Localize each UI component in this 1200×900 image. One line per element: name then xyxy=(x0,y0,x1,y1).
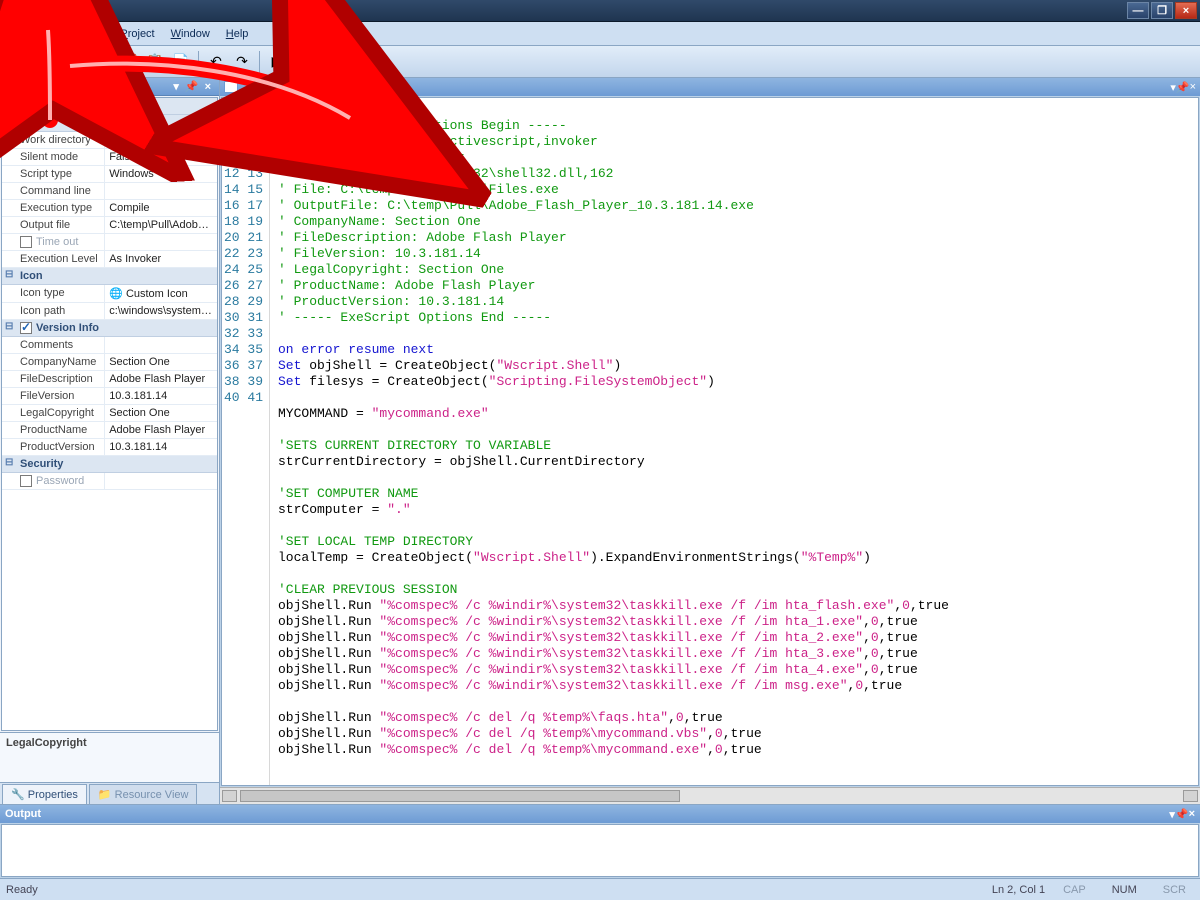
editor-tab-icon xyxy=(224,81,238,93)
menu-project[interactable]: Project xyxy=(112,25,162,43)
toolbar-separator xyxy=(198,51,199,73)
prop-row[interactable]: Output fileC:\temp\Pull\Adobe_Fl... xyxy=(2,217,217,234)
scrollbar-thumb[interactable] xyxy=(240,790,680,802)
code-editor[interactable]: 1 2 3 4 5 6 7 8 9 10 11 12 13 14 15 16 1… xyxy=(221,97,1199,786)
properties-panel: Properties ▾ 📌 × A...MainWork directoryC… xyxy=(0,78,220,804)
toolbar-separator xyxy=(259,51,260,73)
status-num: NUM xyxy=(1104,884,1145,896)
new-button[interactable]: 📄 xyxy=(4,50,28,74)
status-bar: Ready Ln 2, Col 1 CAP NUM SCR xyxy=(0,878,1200,900)
status-scr: SCR xyxy=(1155,884,1194,896)
cut-button[interactable]: ✂️ xyxy=(117,50,141,74)
toolbar-separator xyxy=(346,51,347,73)
prop-category[interactable]: Security xyxy=(2,456,217,473)
property-description: LegalCopyright xyxy=(0,732,219,782)
redo-button[interactable]: ↷ xyxy=(230,50,254,74)
prop-row[interactable]: Command line xyxy=(2,183,217,200)
tab-properties[interactable]: 🔧 Properties xyxy=(2,784,87,804)
scroll-left-icon[interactable] xyxy=(222,790,237,802)
prop-row[interactable]: ProductNameAdobe Flash Player xyxy=(2,422,217,439)
prop-row[interactable]: Icon pathc:\windows\system32\... xyxy=(2,303,217,320)
undo-button[interactable]: ↶ xyxy=(204,50,228,74)
prop-row[interactable]: Script typeWindows xyxy=(2,166,217,183)
output-title: Output xyxy=(5,808,41,820)
save-button[interactable]: 💾 xyxy=(56,50,80,74)
prop-row[interactable]: Execution LevelAs Invoker xyxy=(2,251,217,268)
build-button[interactable]: ⚙ xyxy=(291,50,315,74)
run-button[interactable]: ▶ xyxy=(265,50,289,74)
status-position: Ln 2, Col 1 xyxy=(992,884,1045,896)
properties-header: Properties ▾ 📌 × xyxy=(0,78,219,96)
menu-edit[interactable]: Edit xyxy=(38,25,73,43)
panel-pin-icon[interactable]: ▾ xyxy=(170,80,182,93)
print-button[interactable]: 🖨 xyxy=(317,50,341,74)
open-button[interactable]: 📂 xyxy=(30,50,54,74)
prop-category[interactable]: Main xyxy=(2,115,217,132)
prop-row[interactable]: ProductVersion10.3.181.14 xyxy=(2,439,217,456)
output-autohide-icon[interactable]: 📌 xyxy=(1175,808,1189,821)
close-button[interactable]: × xyxy=(1175,2,1197,19)
editor-autohide-icon[interactable]: 📌 xyxy=(1176,81,1190,94)
prop-category[interactable]: Icon xyxy=(2,268,217,285)
paste-button[interactable]: 📄 xyxy=(169,50,193,74)
editor-close-icon[interactable]: × xyxy=(1190,81,1196,93)
toolbar-separator xyxy=(111,51,112,73)
menu-view[interactable]: View xyxy=(73,25,113,43)
prop-row[interactable]: Icon type🌐 Custom Icon xyxy=(2,285,217,303)
properties-grid[interactable]: A...MainWork directoryCurrent directoryS… xyxy=(1,97,218,731)
output-body[interactable] xyxy=(1,824,1199,877)
code-content[interactable]: ' ----- ExeScript Options Begin ----- ' … xyxy=(270,98,1198,785)
properties-title: Properties xyxy=(5,81,59,93)
app-icon xyxy=(5,4,19,18)
editor-tab-bar: ▾ 📌 × xyxy=(220,78,1200,96)
prop-row[interactable]: Password xyxy=(2,473,217,490)
window-title: ExeScript xyxy=(21,4,1127,18)
line-gutter: 1 2 3 4 5 6 7 8 9 10 11 12 13 14 15 16 1… xyxy=(222,98,270,785)
copy-button[interactable]: 📋 xyxy=(143,50,167,74)
maximize-button[interactable]: ❐ xyxy=(1151,2,1173,19)
prop-row[interactable]: Time out xyxy=(2,234,217,251)
prop-row[interactable]: LegalCopyrightSection One xyxy=(2,405,217,422)
prop-row[interactable]: Execution typeCompile xyxy=(2,200,217,217)
prop-row[interactable]: FileDescriptionAdobe Flash Player xyxy=(2,371,217,388)
saveall-button[interactable]: 🗂 xyxy=(82,50,106,74)
menu-window[interactable]: Window xyxy=(163,25,218,43)
menu-help[interactable]: Help xyxy=(218,25,257,43)
panel-close-icon[interactable]: × xyxy=(202,81,214,93)
tab-resource-view[interactable]: 📁 Resource View xyxy=(89,784,198,804)
panel-autohide-icon[interactable]: 📌 xyxy=(182,80,202,93)
prop-category[interactable]: A... xyxy=(2,98,217,115)
prop-row[interactable]: Comments xyxy=(2,337,217,354)
more-button[interactable]: ⋮ xyxy=(352,50,376,74)
output-close-icon[interactable]: × xyxy=(1189,808,1195,820)
editor-area: ▾ 📌 × 1 2 3 4 5 6 7 8 9 10 11 12 13 14 1… xyxy=(220,78,1200,804)
properties-tabs: 🔧 Properties 📁 Resource View xyxy=(0,782,219,804)
title-bar: ExeScript — ❐ × xyxy=(0,0,1200,22)
status-ready: Ready xyxy=(6,884,38,896)
horizontal-scrollbar[interactable] xyxy=(220,787,1200,804)
prop-row[interactable]: Silent modeFalse xyxy=(2,149,217,166)
prop-category[interactable]: Version Info xyxy=(2,320,217,337)
toolbar: 📄 📂 💾 🗂 ✂️ 📋 📄 ↶ ↷ ▶ ⚙ 🖨 ⋮ xyxy=(0,46,1200,78)
prop-row[interactable]: CompanyNameSection One xyxy=(2,354,217,371)
scroll-right-icon[interactable] xyxy=(1183,790,1198,802)
output-panel: Output ▾ 📌 × xyxy=(0,804,1200,878)
menu-bar: FileEditViewProjectWindowHelp xyxy=(0,22,1200,46)
menu-file[interactable]: File xyxy=(4,25,38,43)
status-cap: CAP xyxy=(1055,884,1094,896)
minimize-button[interactable]: — xyxy=(1127,2,1149,19)
prop-row[interactable]: Work directoryCurrent directory xyxy=(2,132,217,149)
prop-row[interactable]: FileVersion10.3.181.14 xyxy=(2,388,217,405)
